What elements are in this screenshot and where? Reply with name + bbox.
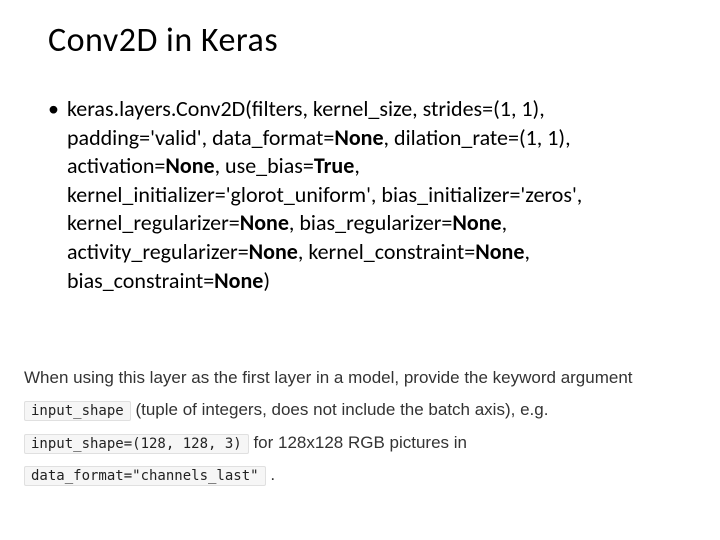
keyword-none: None xyxy=(165,152,214,179)
bullet-text: keras.layers.Conv2D(filters, kernel_size… xyxy=(67,95,662,295)
note-text: When using this layer as the first layer… xyxy=(24,368,633,387)
api-signature-part: ) xyxy=(263,267,270,294)
keyword-none: None xyxy=(249,238,298,265)
inline-code: input_shape=(128, 128, 3) xyxy=(24,434,249,454)
keyword-none: None xyxy=(214,267,263,294)
inline-code: data_format="channels_last" xyxy=(24,466,266,486)
api-signature-part: , use_bias= xyxy=(215,152,314,179)
keyword-none: None xyxy=(452,209,501,236)
slide-content: Conv2D in Keras • keras.layers.Conv2D(fi… xyxy=(0,0,720,295)
inline-code: input_shape xyxy=(24,401,131,421)
keyword-none: None xyxy=(475,238,524,265)
note-text: . xyxy=(270,465,275,484)
api-signature-part: , bias_regularizer= xyxy=(289,209,453,236)
api-signature-part: , kernel_constraint= xyxy=(298,238,475,265)
bullet-item: • keras.layers.Conv2D(filters, kernel_si… xyxy=(48,95,672,295)
note-text: for 128x128 RGB pictures in xyxy=(253,433,467,452)
keyword-none: None xyxy=(334,124,383,151)
note-text: (tuple of integers, does not include the… xyxy=(135,400,548,419)
slide-title: Conv2D in Keras xyxy=(48,20,672,61)
keyword-none: None xyxy=(240,209,289,236)
usage-note: When using this layer as the first layer… xyxy=(24,362,696,491)
keyword-true: True xyxy=(314,152,354,179)
bullet-marker: • xyxy=(48,95,59,124)
